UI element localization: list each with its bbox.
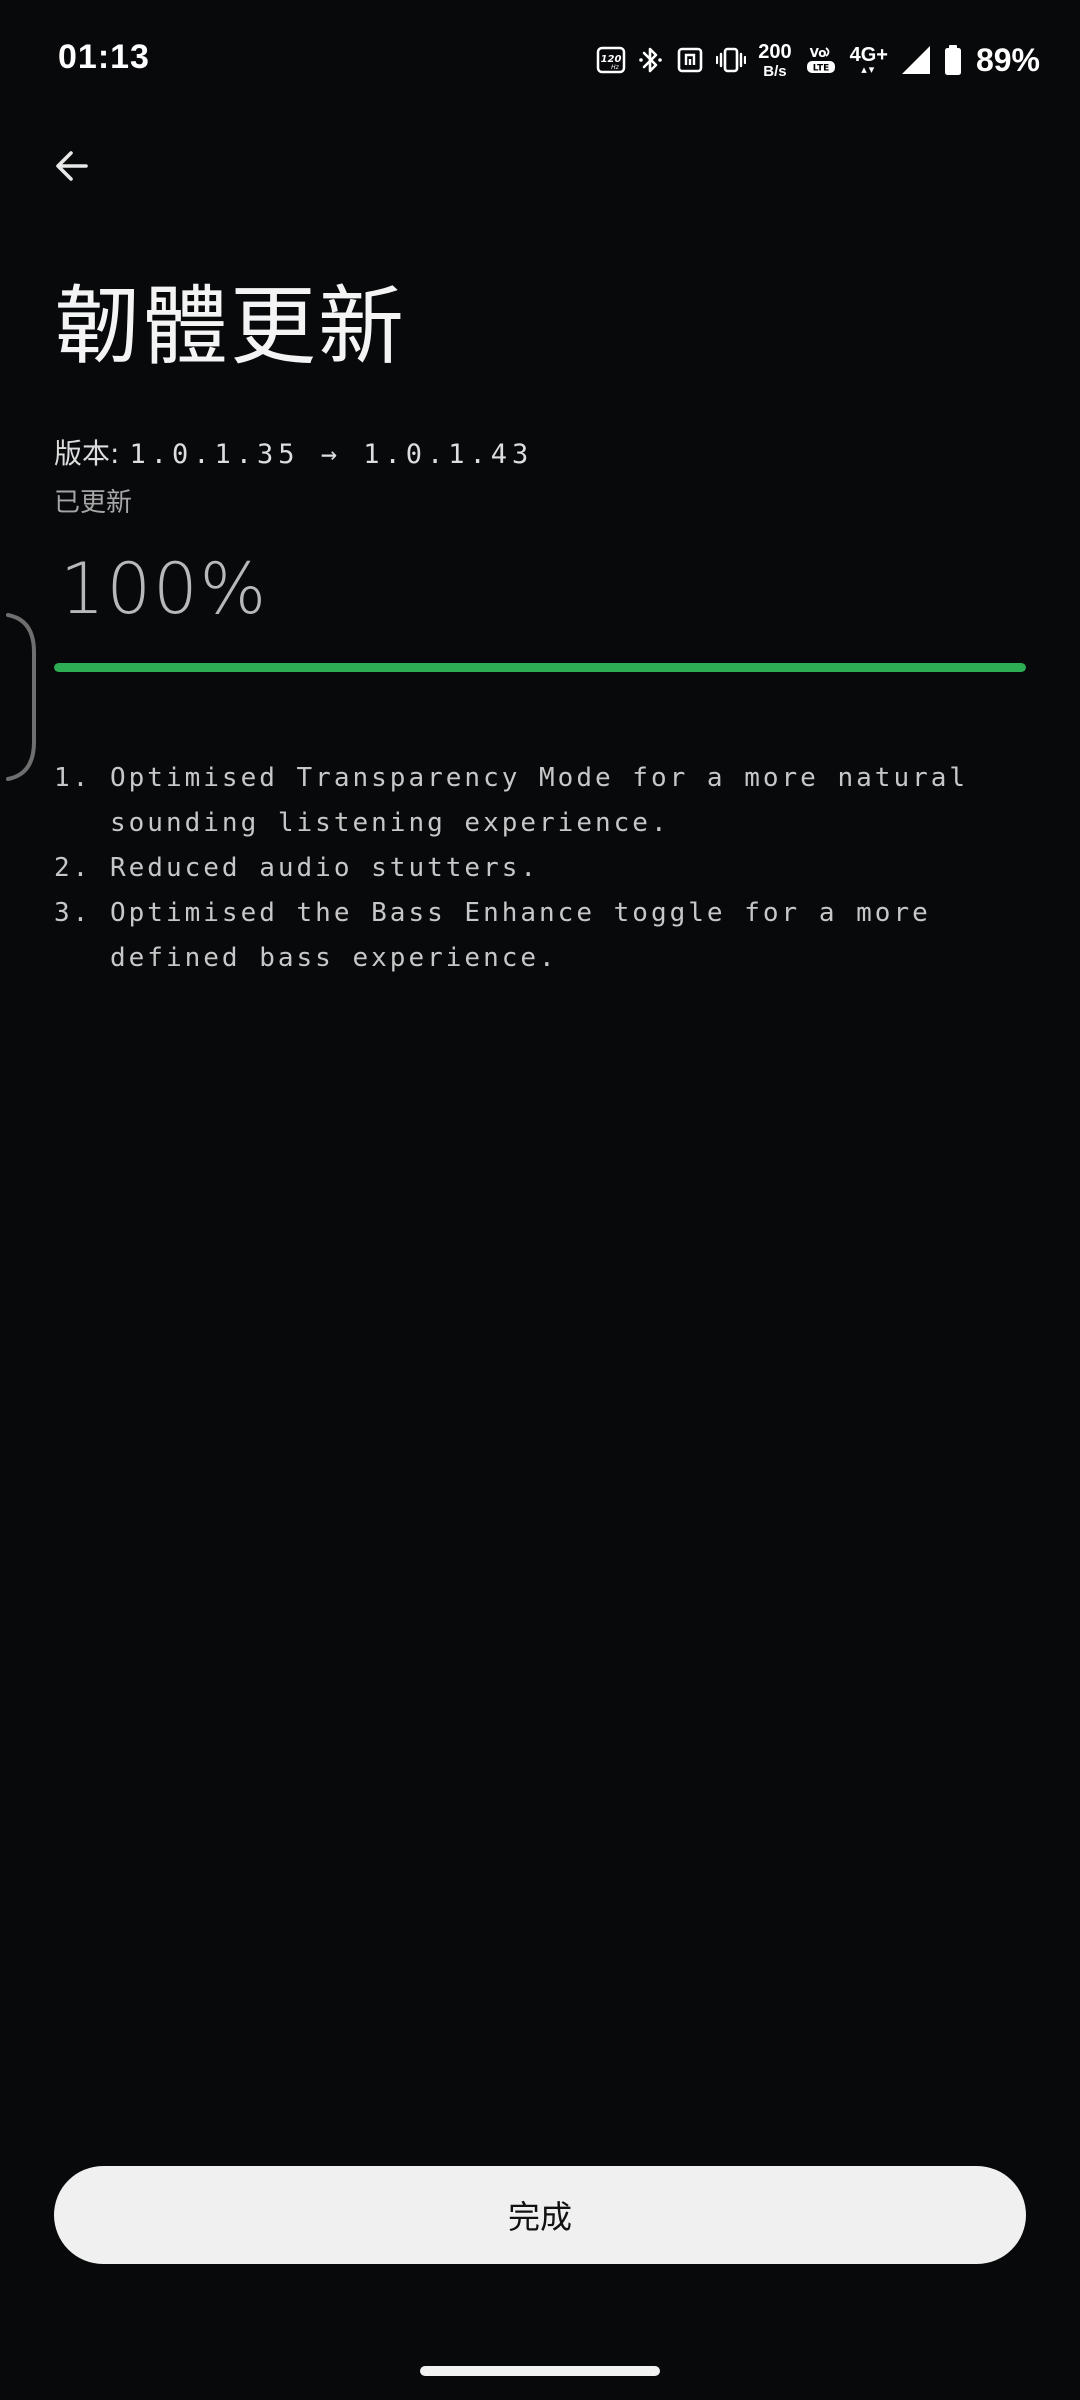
nfc-icon	[676, 40, 704, 80]
back-button[interactable]	[44, 140, 100, 196]
network-type-text: 4G+	[849, 43, 888, 66]
net-speed-value: 200	[758, 40, 792, 63]
net-speed-indicator: 200 B/s	[758, 42, 791, 79]
page-title: 韌體更新	[54, 277, 406, 377]
signal-icon	[900, 40, 932, 80]
data-arrows-icon: ▴▾	[861, 63, 877, 76]
version-info: 版本: 1.0.1.35 → 1.0.1.43	[54, 432, 533, 472]
status-icons: 120 Hz 200 B/s Vo LTE 4G+ ▴▾ 89%	[596, 36, 1040, 84]
status-bar: 01:13 120 Hz 200 B/s Vo LTE 4G+ ▴▾ 89%	[0, 0, 1080, 120]
note-text: Optimised the Bass Enhance toggle for a …	[110, 898, 931, 973]
note-text: Optimised Transparency Mode for a more n…	[110, 763, 969, 838]
list-item: 3. Optimised the Bass Enhance toggle for…	[54, 891, 1044, 981]
note-number: 1.	[54, 763, 92, 793]
refresh-rate-icon: 120 Hz	[596, 40, 626, 80]
release-notes-list: 1. Optimised Transparency Mode for a mor…	[54, 756, 1044, 981]
list-item: 2. Reduced audio stutters.	[54, 846, 1044, 891]
progress-percent: 100%	[60, 548, 269, 630]
battery-percentage: 89%	[975, 41, 1040, 78]
version-label: 版本:	[54, 437, 120, 470]
svg-text:Vo: Vo	[809, 46, 826, 60]
volte-icon: Vo LTE	[804, 40, 838, 80]
note-number: 3.	[54, 898, 92, 928]
note-text: Reduced audio stutters.	[110, 853, 540, 883]
version-value: 1.0.1.35 → 1.0.1.43	[129, 439, 534, 470]
status-time: 01:13	[58, 38, 150, 76]
bluetooth-icon	[638, 40, 664, 80]
arrow-left-icon	[52, 146, 92, 191]
list-item: 1. Optimised Transparency Mode for a mor…	[54, 756, 1044, 846]
home-indicator[interactable]	[420, 2366, 660, 2376]
note-number: 2.	[54, 853, 92, 883]
edge-gesture-handle[interactable]	[0, 612, 40, 782]
net-speed-unit: B/s	[763, 62, 787, 80]
progress-bar-fill	[54, 663, 1026, 672]
refresh-unit-text: Hz	[611, 64, 620, 71]
update-status: 已更新	[54, 488, 133, 518]
done-button[interactable]: 完成	[54, 2166, 1026, 2264]
svg-text:LTE: LTE	[812, 64, 829, 74]
progress-bar	[54, 663, 1026, 672]
vibrate-icon	[716, 40, 747, 80]
battery-icon	[944, 40, 962, 80]
network-type-indicator: 4G+ ▴▾	[850, 45, 888, 76]
